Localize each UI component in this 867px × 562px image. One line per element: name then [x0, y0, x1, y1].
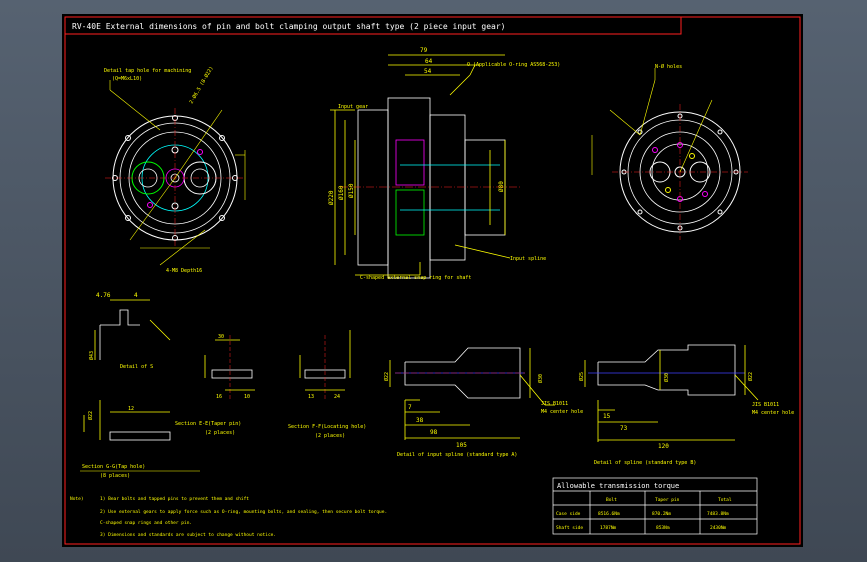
section-f-places: (2 places)	[315, 433, 345, 439]
dim-38: 38	[416, 417, 424, 424]
front-view-right	[591, 68, 748, 240]
torque-table-title: Allowable transmission torque	[557, 482, 679, 490]
n-holes-label: N-Ø holes	[655, 63, 682, 70]
spline-b-label: Detail of spline (standard type B)	[594, 460, 696, 466]
jis-label-a: JIS B1011	[541, 401, 568, 407]
dim-phi25-b: Ø25	[578, 372, 585, 381]
detail-tap-label: Detail tap hole for machining	[104, 68, 191, 74]
input-gear-label: Input gear	[338, 104, 368, 110]
dim-79: 79	[420, 47, 428, 54]
torque-row2-bolt: 1787Nm	[600, 525, 617, 531]
dim-30: 30	[218, 334, 224, 340]
dim-phi160: Ø160	[338, 185, 345, 200]
dim-105: 105	[456, 442, 467, 449]
dim-98: 98	[430, 429, 438, 436]
section-g-label: Section G-G(Tap hole)	[82, 464, 145, 470]
torque-row2-total: 2430Nm	[710, 525, 727, 531]
dim-7-a: 7	[408, 404, 412, 411]
section-g-view	[83, 400, 171, 441]
note-3: C-shaped snap rings and other pin.	[100, 520, 192, 526]
angle-label: 2-Ø6.5 (8-Ø22)	[188, 65, 215, 105]
section-e-places: (2 places)	[205, 430, 235, 436]
section-f-label: Section F-F(Locating hole)	[288, 424, 366, 430]
cad-drawing: RV-40E External dimensions of pin and bo…	[64, 16, 801, 545]
center-hole-label-a: M4 center hole	[541, 409, 583, 415]
note-2: 2) Use external gears to apply force suc…	[100, 509, 387, 515]
snap-ring-label: C-shaped external snap ring for shaft	[360, 275, 471, 281]
note-1: 1) Bear bolts and tapped pins to prevent…	[100, 496, 249, 502]
dim-phi22-b: Ø22	[747, 372, 754, 381]
section-f-view	[299, 330, 351, 400]
torque-row1-bolt: 8516.6Nm	[598, 511, 620, 517]
input-spline-label: Input spline	[510, 256, 546, 262]
dim-120: 120	[658, 443, 669, 450]
detail-s-view	[94, 299, 171, 360]
dim-phi22-a: Ø22	[383, 372, 390, 381]
dim-phi30-a: Ø30	[537, 374, 544, 383]
dim-16: 16	[216, 394, 222, 400]
note-4: 3) Dimensions and standards are subject …	[100, 532, 276, 538]
dim-54: 54	[424, 68, 432, 75]
dim-73: 73	[620, 425, 628, 432]
dim-phi43: Ø43	[88, 351, 95, 360]
bolt-holes-label: 4-M8 Depth16	[166, 268, 202, 274]
notes-label: Note)	[70, 496, 84, 502]
dim-13: 13	[308, 394, 314, 400]
section-e-view	[204, 335, 255, 400]
spline-a-view	[389, 347, 555, 440]
spline-a-label: Detail of input spline (standard type A)	[397, 452, 517, 458]
dim-15: 15	[603, 413, 611, 420]
section-e-label: Section E-E(Taper pin)	[175, 421, 241, 427]
spline-b-view	[584, 344, 759, 442]
dim-phi150: Ø150	[348, 183, 355, 198]
detail-s-label: Detail of S	[120, 364, 153, 370]
dim-4-76: 4.76	[96, 292, 111, 299]
section-g-places: (8 places)	[100, 473, 130, 479]
torque-row1-label: Case side	[556, 511, 581, 517]
tap-spec-label: (Q=M6xL10)	[112, 76, 142, 82]
front-view-left	[105, 80, 246, 266]
torque-header-total: Total	[718, 497, 732, 503]
torque-row1-total: 7483.8Nm	[707, 511, 729, 517]
torque-row2-label: Shaft side	[556, 525, 583, 531]
dim-phi220: Ø220	[328, 190, 335, 205]
torque-header-bolt: Bolt	[606, 497, 617, 503]
dim-phi80: Ø80	[498, 181, 505, 192]
dim-10: 10	[244, 394, 250, 400]
center-hole-label-b: M4 center hole	[752, 410, 794, 416]
jis-label-b: JIS B1011	[752, 402, 779, 408]
dim-phi30-b: Ø30	[663, 373, 670, 382]
page-title: RV-40E External dimensions of pin and bo…	[72, 22, 505, 31]
dim-24: 24	[334, 394, 340, 400]
dim-64: 64	[425, 58, 433, 65]
torque-header-pin: Taper pin	[655, 497, 680, 503]
dim-phi22: Ø22	[87, 411, 94, 420]
torque-row1-pin: 870.2Nm	[652, 511, 671, 517]
dim-4: 4	[134, 292, 138, 299]
o-ring-label: O (Applicable O-ring AS568-253)	[467, 62, 560, 68]
cross-section-center	[330, 54, 520, 279]
torque-row2-pin: 853Nm	[656, 525, 670, 531]
dim-12: 12	[128, 406, 134, 412]
